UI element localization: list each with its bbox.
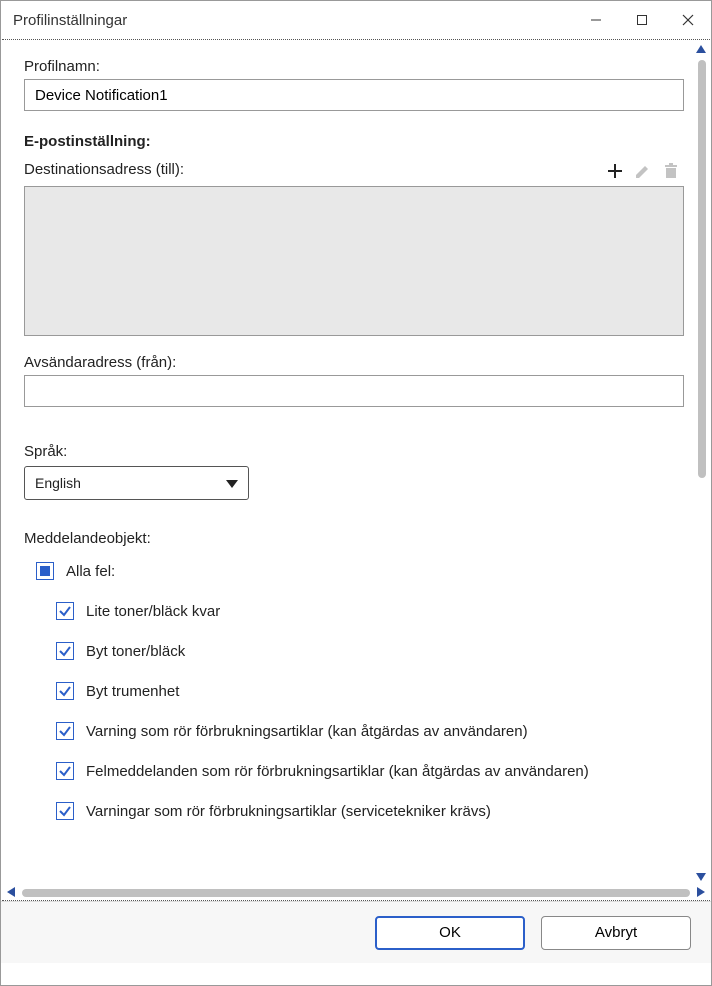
checkbox-label: Lite toner/bläck kvar (86, 603, 220, 620)
checkbox-item-5[interactable] (56, 802, 74, 820)
vertical-scrollbar[interactable] (698, 60, 706, 478)
checkbox-row: Varning som rör förbrukningsartiklar (ka… (56, 717, 688, 745)
scroll-right-arrow[interactable] (694, 885, 708, 899)
titlebar: Profilinställningar (1, 1, 711, 39)
content-border: Profilnamn: E-postinställning: Destinati… (2, 39, 710, 901)
add-address-button[interactable] (602, 158, 628, 184)
button-bar: OK Avbryt (1, 901, 711, 963)
message-items-block: Meddelandeobjekt: Alla fel: Lite toner/b… (24, 530, 688, 825)
scroll-up-arrow[interactable] (694, 42, 708, 56)
checkbox-row: Felmeddelanden som rör förbrukningsartik… (56, 757, 688, 785)
scroll-left-arrow[interactable] (4, 885, 18, 899)
language-selected: English (35, 475, 81, 491)
email-section-label: E-postinställning: (24, 133, 688, 150)
checkbox-label: Varning som rör förbrukningsartiklar (ka… (86, 723, 528, 740)
checkbox-row: Byt trumenhet (56, 677, 688, 705)
sender-label: Avsändaradress (från): (24, 354, 688, 371)
checkbox-item-2[interactable] (56, 682, 74, 700)
minimize-button[interactable] (573, 1, 619, 39)
destination-label: Destinationsadress (till): (24, 161, 600, 178)
horizontal-scrollbar[interactable] (22, 889, 690, 897)
profile-name-input[interactable] (24, 79, 684, 111)
cancel-button[interactable]: Avbryt (541, 916, 691, 950)
destination-list[interactable] (24, 186, 684, 336)
edit-address-button (630, 158, 656, 184)
destination-header: Destinationsadress (till): (24, 158, 684, 184)
chevron-down-icon (226, 475, 238, 491)
maximize-button[interactable] (619, 1, 665, 39)
checkbox-item-4[interactable] (56, 762, 74, 780)
ok-button[interactable]: OK (375, 916, 525, 950)
checkbox-item-0[interactable] (56, 602, 74, 620)
checkbox-label: Felmeddelanden som rör förbrukningsartik… (86, 763, 589, 780)
checkbox-label: Byt toner/bläck (86, 643, 185, 660)
checkbox-all-errors[interactable] (36, 562, 54, 580)
window-title: Profilinställningar (13, 12, 573, 29)
language-label: Språk: (24, 443, 688, 460)
content-area: Profilnamn: E-postinställning: Destinati… (2, 40, 710, 900)
message-items-label: Meddelandeobjekt: (24, 530, 688, 547)
checkbox-row: Lite toner/bläck kvar (56, 597, 688, 625)
profile-name-label: Profilnamn: (24, 58, 688, 75)
language-block: Språk: English (24, 443, 688, 500)
sender-input[interactable] (24, 375, 684, 407)
form-inner: Profilnamn: E-postinställning: Destinati… (2, 40, 710, 825)
checkbox-all-errors-row: Alla fel: (36, 557, 688, 585)
close-button[interactable] (665, 1, 711, 39)
checkbox-item-1[interactable] (56, 642, 74, 660)
scroll-down-arrow[interactable] (694, 870, 708, 884)
checkbox-row: Byt toner/bläck (56, 637, 688, 665)
sender-block: Avsändaradress (från): (24, 354, 688, 407)
checkbox-label: Varningar som rör förbrukningsartiklar (… (86, 803, 491, 820)
delete-address-button (658, 158, 684, 184)
checkbox-all-errors-label: Alla fel: (66, 563, 115, 580)
language-select[interactable]: English (24, 466, 249, 500)
profile-settings-window: Profilinställningar (0, 0, 712, 986)
checkbox-label: Byt trumenhet (86, 683, 179, 700)
checkbox-row: Varningar som rör förbrukningsartiklar (… (56, 797, 688, 825)
checkbox-item-3[interactable] (56, 722, 74, 740)
